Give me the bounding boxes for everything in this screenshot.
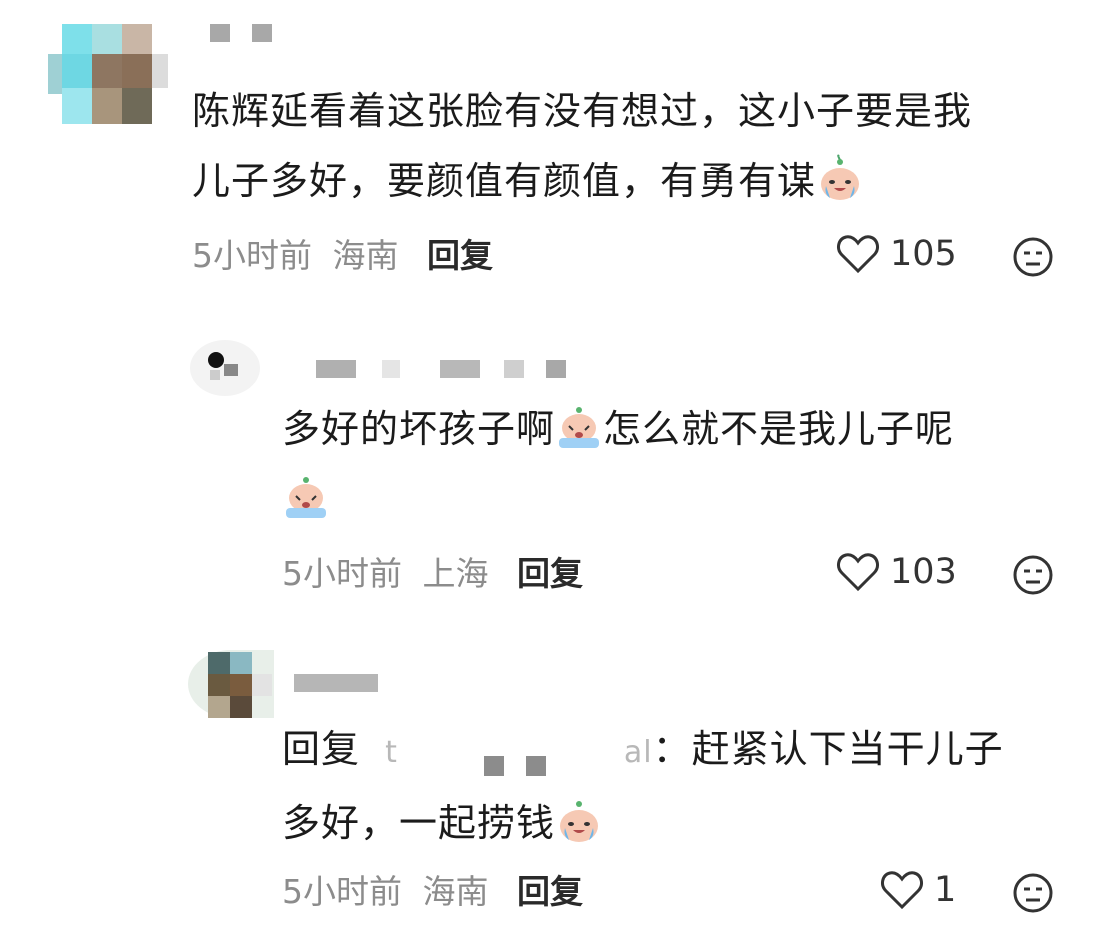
location: 海南 [332,236,399,275]
comment-meta: 5小时前 海南 回复 [282,872,583,912]
timestamp: 5小时前 [282,872,402,911]
comment-text: 陈辉延看着这张脸有没有想过，这小子要是我 儿子多好，要颜值有颜值，有勇有谋 [192,89,973,203]
timestamp: 5小时前 [282,554,402,593]
avatar[interactable] [48,24,168,124]
like-count: 1 [934,870,957,910]
heart-icon [837,553,879,592]
dislike-face-icon[interactable] [1012,554,1054,596]
crying-emoji-icon [821,154,860,200]
comment-meta: 5小时前 海南 回复 [192,236,493,276]
heart-icon [881,871,923,910]
like-count: 103 [890,552,957,592]
timestamp: 5小时前 [192,236,312,275]
dislike-face-icon[interactable] [1012,236,1054,278]
heart-icon [837,235,879,274]
like-count: 105 [890,234,957,274]
comment-text: 多好的坏孩子啊 怎么就不是我儿子呢 [282,394,954,534]
reply-button[interactable]: 回复 [517,872,583,911]
reply-prefix: 回复 [282,727,361,771]
comment-text: 回复 t al：赶紧认下当干儿子 多好，一起捞钱 [282,727,1004,845]
crying-emoji-icon [286,477,326,518]
dislike-face-icon[interactable] [1012,872,1054,914]
like-button[interactable]: 105 [836,234,957,274]
avatar[interactable] [190,340,260,396]
location: 海南 [422,872,489,911]
location: 上海 [422,554,489,593]
comment-meta: 5小时前 上海 回复 [282,554,583,594]
reply-to-username[interactable]: t al [385,735,652,770]
avatar-image-icon [208,352,238,380]
like-button[interactable]: 1 [880,870,956,910]
reply-button[interactable]: 回复 [517,554,583,593]
crying-emoji-icon [560,801,599,842]
crying-emoji-icon [559,407,600,448]
avatar[interactable] [188,650,274,718]
like-button[interactable]: 103 [836,552,957,592]
reply-button[interactable]: 回复 [427,236,493,275]
